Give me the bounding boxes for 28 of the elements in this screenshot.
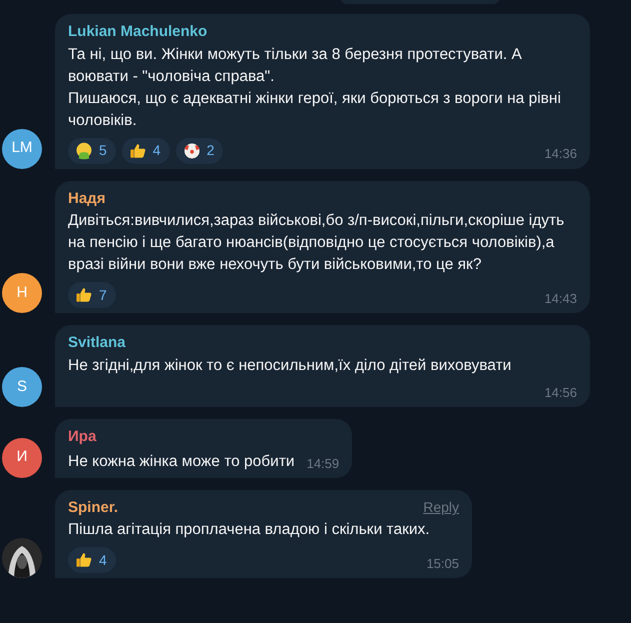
reaction-chip[interactable]: 5 <box>68 138 116 164</box>
message-text: Не згідні,для жінок то є непосильним,їх діло дітей виховувати <box>68 356 512 376</box>
message-time: 14:56 <box>544 384 577 402</box>
reaction-chip[interactable]: 2 <box>176 138 224 164</box>
message-text: Пишаюся, що є адекватні жінки герої, яки борються з вороги на рівні чоловіків. <box>68 88 562 130</box>
message-text: Пішла агітація проплачена владою і скільки таких. <box>68 520 431 540</box>
author-name[interactable]: Ира <box>68 426 96 448</box>
author-name[interactable]: Svitlana <box>68 332 126 354</box>
reply-link[interactable]: Reply <box>423 497 459 518</box>
thumbs-up-icon <box>128 142 147 160</box>
clown-face-icon <box>182 142 201 160</box>
reaction-chip[interactable]: 4 <box>122 138 170 164</box>
reaction-chip[interactable]: 7 <box>68 282 116 308</box>
thumbs-up-icon <box>75 551 93 569</box>
thumbs-up-icon <box>75 286 93 304</box>
author-name[interactable]: Spiner. <box>68 496 118 519</box>
reaction-chip[interactable]: 4 <box>68 547 116 573</box>
message-time: 14:36 <box>544 145 577 163</box>
sick-face-icon <box>75 142 93 160</box>
message-time: 14:43 <box>544 290 577 308</box>
message-time: 14:59 <box>306 456 340 470</box>
avatar[interactable]: И <box>2 438 42 478</box>
message-text: Не кожна жінка може то робити <box>68 452 295 472</box>
author-name[interactable]: Надя <box>68 188 106 210</box>
message-time: 15:05 <box>426 554 459 572</box>
author-name[interactable]: Lukian Machulenko <box>68 21 208 44</box>
message-text: Дивіться:вивчилися,зараз військові,бо з/п-високі,пільги,скоріше ідуть на пенсію і ще багато нюансів(відповідно це стосується чоловіків),а вразі війни вони вже нехочуть бути військовими,то це як? <box>68 211 566 275</box>
message-text: Та ні, що ви. Жінки можуть тільки за 8 березня протестувати. А воювати - "чоловіча справа". <box>68 44 523 86</box>
